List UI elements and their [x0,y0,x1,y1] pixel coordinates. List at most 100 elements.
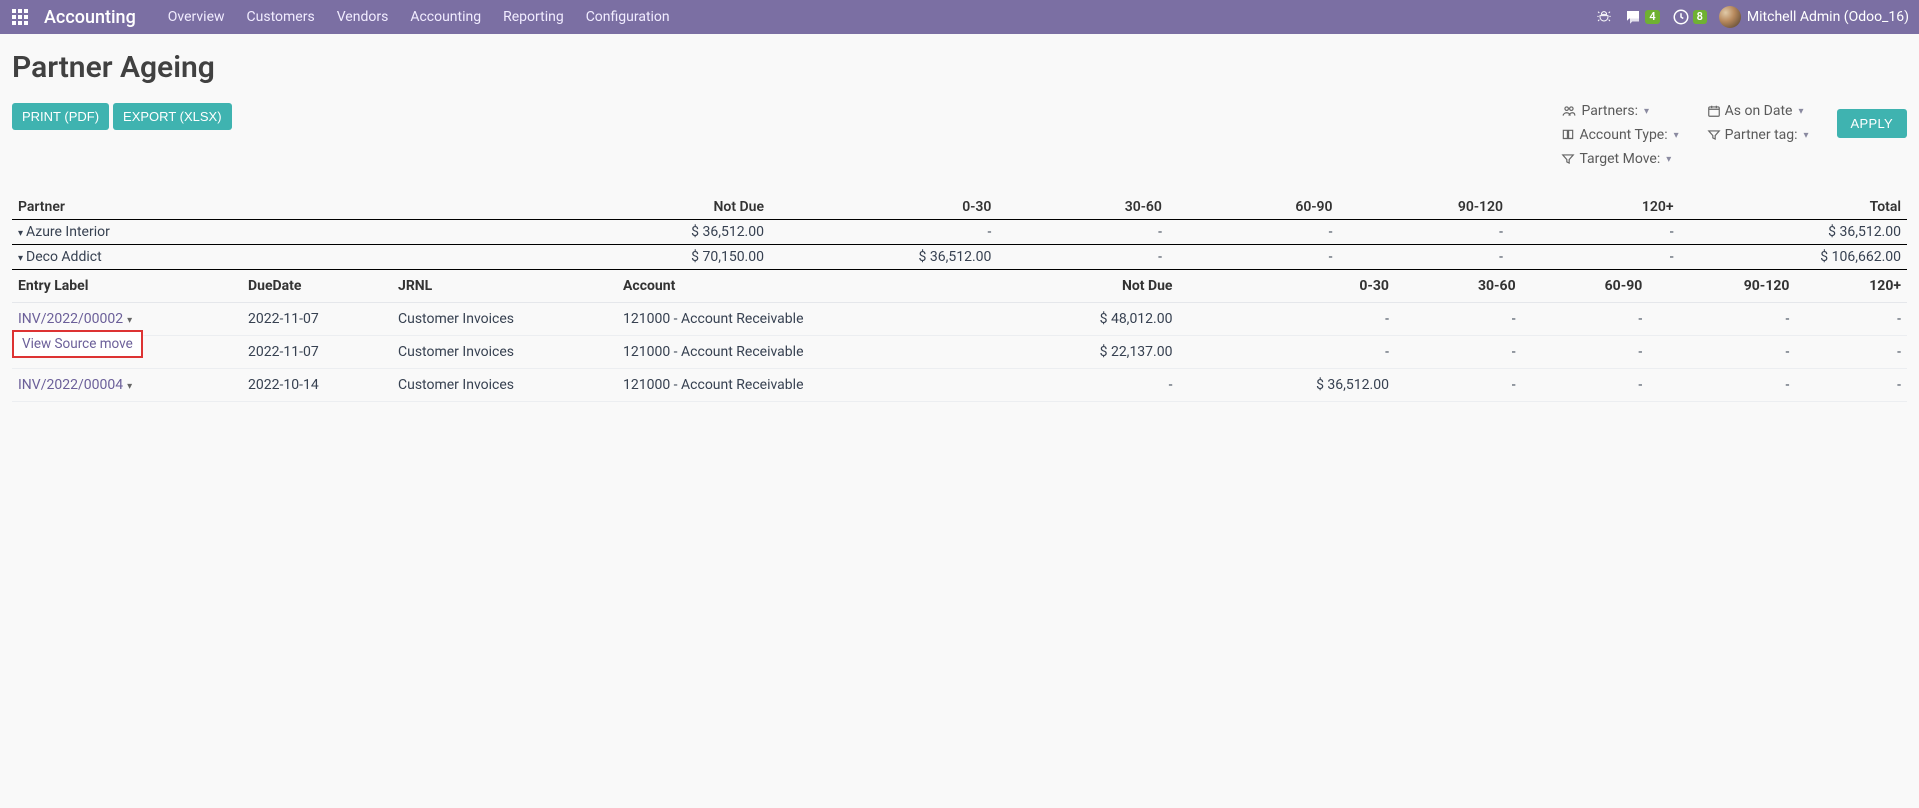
filter-icon [1561,152,1575,166]
nav-configuration[interactable]: Configuration [586,9,670,25]
filter-icon [1707,128,1721,142]
detail-row: INV/2022/00004 ▾ 2022-10-14 Customer Invo… [12,369,1907,402]
avatar [1719,6,1741,28]
col-partner: Partner [12,195,581,220]
cell-90-120: - [1338,220,1509,245]
cell-not-due: - [962,369,1178,402]
filter-partners[interactable]: Partners: ▾ [1561,103,1678,119]
filter-partner-tag[interactable]: Partner tag: ▾ [1707,127,1809,143]
book-icon [1561,128,1575,142]
col-account: Account [617,270,962,303]
filter-as-on-date[interactable]: As on Date ▾ [1707,103,1809,119]
cell-jrnl: Customer Invoices [392,369,617,402]
col-entry-label: Entry Label [12,270,242,303]
summary-table: Partner Not Due 0-30 30-60 60-90 90-120 … [12,195,1907,270]
cell-30-60: - [997,245,1168,270]
cell-120: - [1795,336,1907,369]
col-jrnl: JRNL [392,270,617,303]
detail-row: INV/2022/00002 ▾ 2022-11-07 Customer Invo… [12,303,1907,336]
cell-total: $ 106,662.00 [1680,245,1907,270]
cell-90-120: - [1648,336,1795,369]
cell-not-due: $ 36,512.00 [581,220,771,245]
filter-account-type[interactable]: Account Type: ▾ [1561,127,1678,143]
col-90-120: 90-120 [1338,195,1509,220]
caret-down-icon: ▾ [18,228,23,239]
filter-target-move[interactable]: Target Move: ▾ [1561,151,1678,167]
navbar-right: 4 8 Mitchell Admin (Odoo_16) [1596,6,1909,28]
entry-link[interactable]: INV/2022/00002 [18,311,123,327]
cell-90-120: - [1338,245,1509,270]
user-menu[interactable]: Mitchell Admin (Odoo_16) [1719,6,1909,28]
caret-down-icon: ▾ [1804,130,1809,141]
detail-row: 2022-11-07 Customer Invoices 121000 - Ac… [12,336,1907,369]
col-90-120: 90-120 [1648,270,1795,303]
col-60-90: 60-90 [1522,270,1649,303]
col-30-60: 30-60 [1395,270,1522,303]
summary-row-deco[interactable]: ▾Deco Addict $ 70,150.00 $ 36,512.00 - -… [12,245,1907,270]
entry-dropdown-view-source[interactable]: View Source move [12,330,143,358]
cell-0-30: - [1178,303,1394,336]
cell-jrnl: Customer Invoices [392,336,617,369]
cell-account: 121000 - Account Receivable [617,303,962,336]
partner-name: Azure Interior [26,224,110,240]
apply-button[interactable]: APPLY [1837,109,1907,138]
cell-0-30: - [770,220,997,245]
filter-account-type-label: Account Type: [1579,127,1667,143]
nav-vendors[interactable]: Vendors [337,9,389,25]
col-total: Total [1680,195,1907,220]
cell-30-60: - [1395,303,1522,336]
cell-due: 2022-11-07 [242,303,392,336]
caret-down-icon: ▾ [1666,154,1671,165]
cell-30-60: - [997,220,1168,245]
col-due-date: DueDate [242,270,392,303]
nav-customers[interactable]: Customers [247,9,315,25]
navbar-left: Accounting Overview Customers Vendors Ac… [10,7,670,28]
nav-reporting[interactable]: Reporting [503,9,564,25]
caret-down-icon[interactable]: ▾ [127,315,132,326]
nav-accounting[interactable]: Accounting [410,9,481,25]
cell-0-30: - [1178,336,1394,369]
caret-down-icon: ▾ [1644,106,1649,117]
caret-down-icon[interactable]: ▾ [127,381,132,392]
cell-account: 121000 - Account Receivable [617,336,962,369]
cell-0-30: $ 36,512.00 [1178,369,1394,402]
cell-jrnl: Customer Invoices [392,303,617,336]
partner-name: Deco Addict [26,249,102,265]
col-not-due: Not Due [962,270,1178,303]
caret-down-icon: ▾ [18,253,23,264]
entry-link[interactable]: INV/2022/00004 [18,377,123,393]
filter-as-on-date-label: As on Date [1725,103,1793,119]
cell-30-60: - [1395,369,1522,402]
cell-due: 2022-10-14 [242,369,392,402]
app-brand[interactable]: Accounting [44,7,136,28]
col-0-30: 0-30 [770,195,997,220]
filter-partners-label: Partners: [1581,103,1638,119]
cell-120: - [1795,303,1907,336]
calendar-icon [1707,104,1721,118]
summary-row-azure[interactable]: ▾Azure Interior $ 36,512.00 - - - - - $ … [12,220,1907,245]
col-120: 120+ [1795,270,1907,303]
nav-menu: Overview Customers Vendors Accounting Re… [168,9,670,25]
messages-icon[interactable]: 4 [1624,8,1659,26]
detail-wrapper: Entry Label DueDate JRNL Account Not Due… [12,270,1907,402]
cell-not-due: $ 22,137.00 [962,336,1178,369]
cell-120: - [1795,369,1907,402]
caret-down-icon: ▾ [1674,130,1679,141]
left-actions: PRINT (PDF) EXPORT (XLSX) [12,103,232,130]
cell-due: 2022-11-07 [242,336,392,369]
filter-partner-tag-label: Partner tag: [1725,127,1798,143]
export-xlsx-button[interactable]: EXPORT (XLSX) [113,103,232,130]
col-0-30: 0-30 [1178,270,1394,303]
print-pdf-button[interactable]: PRINT (PDF) [12,103,109,130]
users-icon [1561,104,1577,118]
col-not-due: Not Due [581,195,771,220]
right-filters: As on Date ▾ Account Type: ▾ Partners: ▾… [1561,103,1907,167]
nav-overview[interactable]: Overview [168,9,225,25]
col-30-60: 30-60 [997,195,1168,220]
cell-60-90: - [1522,303,1649,336]
debug-icon[interactable] [1596,9,1612,25]
apps-icon[interactable] [10,7,30,27]
activities-icon[interactable]: 8 [1672,8,1707,26]
cell-120: - [1509,245,1680,270]
cell-total: $ 36,512.00 [1680,220,1907,245]
